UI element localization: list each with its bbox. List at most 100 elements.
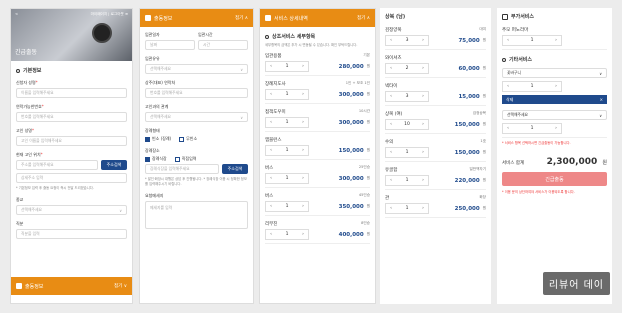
plus-icon[interactable]: ›: [298, 120, 308, 125]
place-label: 장례장소: [145, 148, 160, 153]
basic-section-title: 기본정보: [16, 67, 127, 74]
customer-input[interactable]: 고인 이름을 입력해주세요: [16, 136, 127, 146]
flower-select[interactable]: 꽃바구니 ∨: [502, 68, 607, 78]
car-select[interactable]: 선택해주세요 ∨: [145, 64, 248, 74]
service-item-sub: 대여: [479, 27, 486, 31]
currency-unit: 원: [366, 148, 370, 152]
plus-icon[interactable]: ›: [551, 38, 561, 43]
back-icon[interactable]: <: [15, 12, 18, 17]
service-item: 장례지도사 1인 + 보조 1인 ‹ 1 › 300,000 원: [265, 76, 370, 104]
quantity-value: 1: [285, 148, 289, 153]
minus-icon[interactable]: ‹: [266, 232, 276, 237]
service-item-name: 리무진: [265, 222, 278, 227]
choose-select[interactable]: 선택해주세요 ∨: [502, 110, 607, 120]
plus-icon[interactable]: ›: [418, 94, 428, 99]
minus-icon[interactable]: ‹: [386, 38, 396, 43]
contact-input[interactable]: 번호를 입력해주세요: [16, 112, 127, 122]
quantity-stepper[interactable]: ‹ 3 ›: [385, 35, 429, 46]
quantity-stepper[interactable]: ‹ 1 ›: [385, 147, 429, 158]
quantity-stepper[interactable]: ‹ 1 ›: [265, 117, 309, 128]
date-input[interactable]: 날짜: [145, 40, 195, 50]
minus-icon[interactable]: ‹: [266, 204, 276, 209]
minus-icon[interactable]: ‹: [266, 176, 276, 181]
minus-icon[interactable]: ‹: [386, 150, 396, 155]
submit-button[interactable]: 긴급출동: [502, 172, 607, 186]
minus-icon[interactable]: ‹: [503, 84, 513, 89]
applicant-input[interactable]: 이름을 입력해주세요: [16, 88, 127, 98]
place-opt-hall[interactable]: 장례식장: [145, 156, 167, 162]
plus-icon[interactable]: ›: [418, 178, 428, 183]
choose-stepper[interactable]: ‹ 1 ›: [502, 123, 562, 134]
service-item-name: 유골함: [385, 168, 398, 173]
minus-icon[interactable]: ‹: [266, 148, 276, 153]
place-search-button[interactable]: 주소검색: [222, 164, 248, 174]
currency-unit: 원: [366, 176, 370, 180]
request-textarea[interactable]: 메세지를 입력: [145, 201, 248, 229]
plus-icon[interactable]: ›: [551, 126, 561, 131]
job-input[interactable]: 직분을 입력: [16, 229, 127, 239]
quantity-stepper[interactable]: ‹ 1 ›: [265, 201, 309, 212]
quantity-stepper[interactable]: ‹ 1 ›: [265, 61, 309, 72]
quantity-stepper[interactable]: ‹ 1 ›: [385, 175, 429, 186]
quantity-stepper[interactable]: ‹ 10 ›: [385, 119, 429, 130]
location-input[interactable]: 주소를 입력해주세요: [16, 160, 98, 170]
service-item-sub: 8인승: [361, 221, 370, 225]
minus-icon[interactable]: ‹: [266, 64, 276, 69]
quantity-stepper[interactable]: ‹ 1 ›: [265, 89, 309, 100]
minus-icon[interactable]: ‹: [266, 92, 276, 97]
relation-select[interactable]: 선택해주세요 ∨: [145, 112, 248, 122]
plus-icon[interactable]: ›: [298, 176, 308, 181]
dispatch-footer-bar[interactable]: 출동정보 접기 ∨: [11, 277, 132, 295]
quantity-stepper[interactable]: ‹ 1 ›: [265, 173, 309, 184]
close-icon[interactable]: ×: [600, 97, 603, 102]
service-item-price: 150,000: [454, 149, 480, 156]
plus-icon[interactable]: ›: [418, 206, 428, 211]
funeral-opt-binso[interactable]: 빈소 (장례): [145, 136, 171, 142]
quantity-stepper[interactable]: ‹ 2 ›: [385, 63, 429, 74]
time-input[interactable]: 시간: [198, 40, 248, 50]
quantity-stepper[interactable]: ‹ 1 ›: [265, 145, 309, 156]
plus-icon[interactable]: ›: [298, 232, 308, 237]
minus-icon[interactable]: ‹: [266, 120, 276, 125]
plus-icon[interactable]: ›: [551, 84, 561, 89]
minus-icon[interactable]: ‹: [386, 178, 396, 183]
top-links[interactable]: 마이페이지 | 로그아웃 ≡: [91, 12, 128, 17]
minus-icon[interactable]: ‹: [503, 38, 513, 43]
plus-icon[interactable]: ›: [418, 38, 428, 43]
flower-stepper[interactable]: ‹ 1 ›: [502, 81, 562, 92]
fold-toggle[interactable]: 접기 ∨: [114, 283, 127, 289]
plus-icon[interactable]: ›: [298, 148, 308, 153]
religion-select[interactable]: 선택해주세요 ∨: [16, 205, 127, 215]
service-item-name: 버스: [265, 194, 274, 199]
delete-bar[interactable]: 삭제 ×: [502, 95, 607, 104]
minus-icon[interactable]: ‹: [386, 122, 396, 127]
plus-icon[interactable]: ›: [418, 150, 428, 155]
fold-toggle[interactable]: 접기 ∧: [235, 15, 248, 21]
plus-icon[interactable]: ›: [298, 204, 308, 209]
fold-toggle[interactable]: 접기 ∧: [357, 15, 370, 21]
plus-icon[interactable]: ›: [418, 66, 428, 71]
plus-icon[interactable]: ›: [418, 122, 428, 127]
minus-icon[interactable]: ‹: [386, 94, 396, 99]
minus-icon[interactable]: ‹: [386, 66, 396, 71]
funeral-opt-mubinso[interactable]: 무빈소: [179, 136, 197, 142]
detail-address-input[interactable]: 상세주소 입력: [16, 173, 127, 183]
quantity-value: 1: [285, 64, 289, 69]
extra-stepper[interactable]: ‹ 1 ›: [502, 35, 562, 46]
quantity-stepper[interactable]: ‹ 1 ›: [385, 203, 429, 214]
address-search-button[interactable]: 주소검색: [101, 160, 127, 170]
checkbox-checked-icon: [145, 156, 150, 162]
place-input[interactable]: 장례식장을 입력해주세요: [145, 164, 219, 174]
quantity-stepper[interactable]: ‹ 1 ›: [265, 229, 309, 240]
quantity-value: 3: [405, 94, 409, 99]
minus-icon[interactable]: ‹: [503, 126, 513, 131]
place-opt-direct[interactable]: 직접입력: [174, 156, 196, 162]
service-item-price: 400,000: [338, 231, 364, 238]
service-item: 리무진 8인승 ‹ 1 › 400,000 원: [265, 216, 370, 244]
quantity-stepper[interactable]: ‹ 3 ›: [385, 91, 429, 102]
plus-icon[interactable]: ›: [298, 64, 308, 69]
minus-icon[interactable]: ‹: [386, 206, 396, 211]
plus-icon[interactable]: ›: [298, 92, 308, 97]
sang-input[interactable]: 번호를 입력해주세요: [145, 88, 248, 98]
currency-unit: 원: [482, 150, 486, 154]
